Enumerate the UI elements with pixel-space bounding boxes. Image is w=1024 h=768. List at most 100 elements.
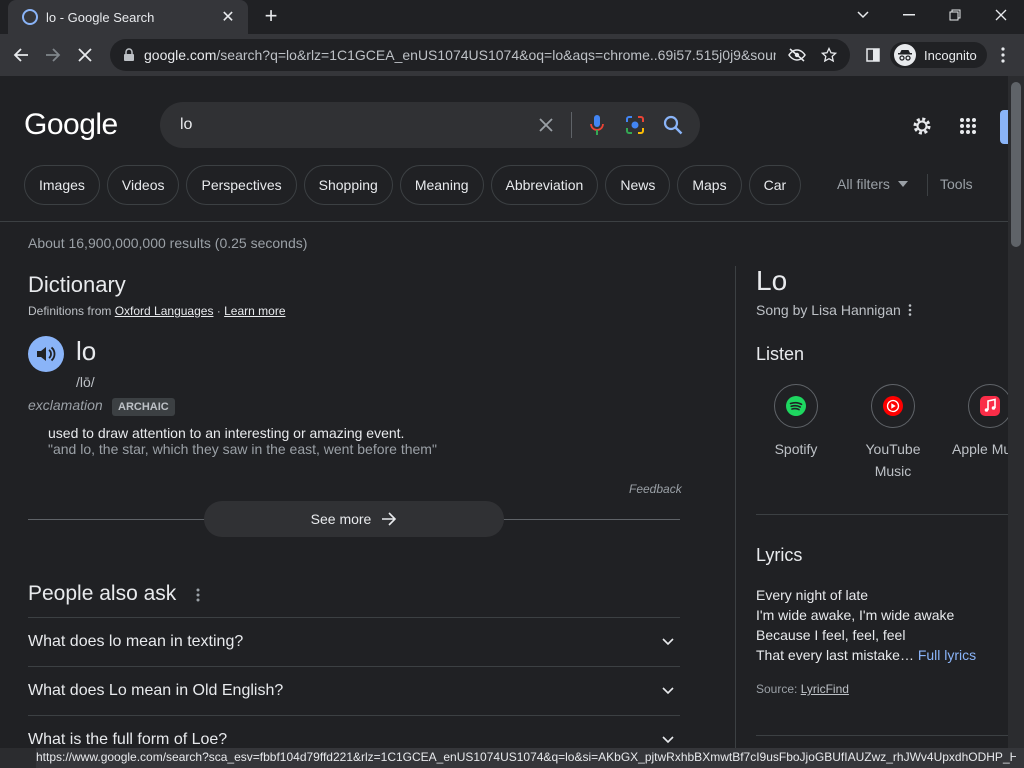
spotify-icon	[774, 384, 818, 428]
eye-off-icon[interactable]	[786, 44, 808, 66]
chevron-down-icon	[662, 687, 674, 695]
status-bar: https://www.google.com/search?sca_esv=fb…	[0, 748, 1024, 768]
knowledge-panel-title: Lo	[756, 265, 788, 296]
archaic-tag: ARCHAIC	[112, 398, 175, 416]
paa-question-text: What is the full form of Loe?	[28, 731, 228, 748]
chip-meaning[interactable]: Meaning	[399, 165, 484, 205]
forward-icon[interactable]	[40, 42, 66, 68]
back-icon[interactable]	[8, 42, 34, 68]
chip-shopping[interactable]: Shopping	[303, 165, 393, 205]
apple-music-icon	[968, 384, 1008, 428]
search-input[interactable]: lo	[180, 116, 521, 134]
microphone-icon[interactable]	[584, 112, 610, 138]
chip-news[interactable]: News	[605, 165, 671, 205]
tools-button[interactable]: Tools	[940, 176, 973, 192]
chevron-down-icon	[662, 736, 674, 744]
browser-tab[interactable]: lo - Google Search ✕	[8, 0, 248, 34]
lyrics-line: Because I feel, feel, feel	[756, 627, 906, 643]
tab-search-icon[interactable]	[840, 0, 886, 30]
listen-heading: Listen	[756, 344, 805, 364]
more-options-icon[interactable]	[192, 586, 204, 604]
chip-perspectives[interactable]: Perspectives	[186, 165, 297, 205]
lyrics-source: Source: LyricFind	[756, 682, 849, 696]
chip-car[interactable]: Car	[748, 165, 802, 205]
chip-images[interactable]: Images	[24, 165, 100, 205]
all-filters-button[interactable]: All filters	[837, 176, 908, 192]
tab-close-icon[interactable]: ✕	[218, 7, 238, 27]
address-url[interactable]: google.com/search?q=lo&rlz=1C1GCEA_enUS1…	[144, 47, 776, 63]
header-divider	[0, 221, 1008, 222]
apple-music-link[interactable]: Apple Mu	[946, 384, 1008, 460]
tab-strip: lo - Google Search ✕ +	[0, 0, 1024, 34]
settings-gear-icon[interactable]	[910, 114, 934, 138]
chip-maps[interactable]: Maps	[677, 165, 742, 205]
chip-abbreviation[interactable]: Abbreviation	[490, 165, 599, 205]
clear-search-icon[interactable]	[533, 112, 559, 138]
kp-divider	[756, 514, 1008, 515]
google-favicon-icon	[22, 9, 38, 25]
incognito-icon	[894, 44, 916, 66]
lyricfind-link[interactable]: LyricFind	[801, 682, 849, 696]
sign-in-button[interactable]	[1000, 110, 1008, 144]
lyrics-line: Every night of late	[756, 587, 869, 603]
part-of-speech: exclamation	[28, 397, 103, 413]
scrollbar-thumb[interactable]	[1011, 82, 1021, 247]
chip-videos[interactable]: Videos	[106, 165, 180, 205]
people-also-ask-heading: People also ask	[28, 582, 177, 605]
kp-divider	[756, 735, 1008, 736]
status-bar-edge	[0, 748, 36, 768]
lock-icon[interactable]	[122, 48, 136, 62]
paa-question-text: What does lo mean in texting?	[28, 633, 244, 650]
search-results-page: Google lo Images Videos Perspectives Sho…	[0, 76, 1008, 748]
paa-question-row[interactable]: What does lo mean in texting?	[28, 617, 680, 666]
lens-camera-icon[interactable]	[622, 112, 648, 138]
dropdown-arrow-icon	[897, 181, 908, 187]
bookmark-star-icon[interactable]	[818, 44, 840, 66]
address-bar[interactable]: google.com/search?q=lo&rlz=1C1GCEA_enUS1…	[110, 39, 850, 71]
google-logo[interactable]: Google	[24, 108, 118, 142]
search-icon[interactable]	[660, 112, 686, 138]
chevron-down-icon	[662, 638, 674, 646]
incognito-badge[interactable]: Incognito	[890, 42, 987, 68]
dictionary-source: Definitions from Oxford Languages · Lear…	[28, 304, 286, 318]
paa-question-row[interactable]: What is the full form of Loe?	[28, 715, 680, 748]
lyrics-line: That every last mistake… Full lyrics	[756, 647, 977, 663]
see-more-button[interactable]: See more	[204, 501, 504, 537]
arrow-right-icon	[382, 512, 397, 526]
search-box[interactable]: lo	[160, 102, 700, 148]
minimize-icon[interactable]	[886, 0, 932, 30]
window-close-icon[interactable]	[978, 0, 1024, 30]
knowledge-panel-subtitle: Song by Lisa Hannigan	[756, 302, 913, 318]
youtube-music-link[interactable]: YouTube Music	[848, 384, 938, 482]
spotify-link[interactable]: Spotify	[751, 384, 841, 460]
browser-menu-icon[interactable]	[990, 42, 1016, 68]
new-tab-button[interactable]: +	[258, 4, 284, 30]
oxford-languages-link[interactable]: Oxford Languages	[115, 304, 214, 318]
pronunciation-speaker-icon[interactable]	[28, 336, 64, 372]
feedback-link[interactable]: Feedback	[629, 482, 682, 496]
page-scrollbar[interactable]	[1008, 76, 1024, 748]
dictionary-word: lo	[76, 336, 97, 366]
stop-loading-icon[interactable]	[72, 42, 98, 68]
full-lyrics-link[interactable]: Full lyrics	[918, 647, 976, 663]
all-filters-label: All filters	[837, 176, 890, 192]
dictionary-heading: Dictionary	[28, 272, 126, 297]
restore-icon[interactable]	[932, 0, 978, 30]
paa-question-text: What does Lo mean in Old English?	[28, 682, 284, 699]
lyrics-heading: Lyrics	[756, 545, 803, 565]
definition-text: used to draw attention to an interesting…	[48, 425, 405, 441]
kp-more-options-icon[interactable]	[907, 303, 913, 317]
search-divider	[571, 112, 572, 138]
learn-more-link[interactable]: Learn more	[224, 304, 285, 318]
lyrics-line: I'm wide awake, I'm wide awake	[756, 607, 955, 623]
side-panel-icon[interactable]	[860, 42, 886, 68]
search-filter-chips: Images Videos Perspectives Shopping Mean…	[24, 165, 808, 205]
see-more-label: See more	[310, 511, 372, 527]
knowledge-panel-divider	[735, 266, 736, 748]
result-stats: About 16,900,000,000 results (0.25 secon…	[28, 235, 308, 251]
paa-question-row[interactable]: What does Lo mean in Old English?	[28, 666, 680, 715]
apps-grid-icon[interactable]	[956, 114, 980, 138]
tab-title: lo - Google Search	[46, 9, 155, 25]
filters-divider	[927, 174, 928, 196]
status-bar-url: https://www.google.com/search?sca_esv=fb…	[36, 750, 1016, 764]
